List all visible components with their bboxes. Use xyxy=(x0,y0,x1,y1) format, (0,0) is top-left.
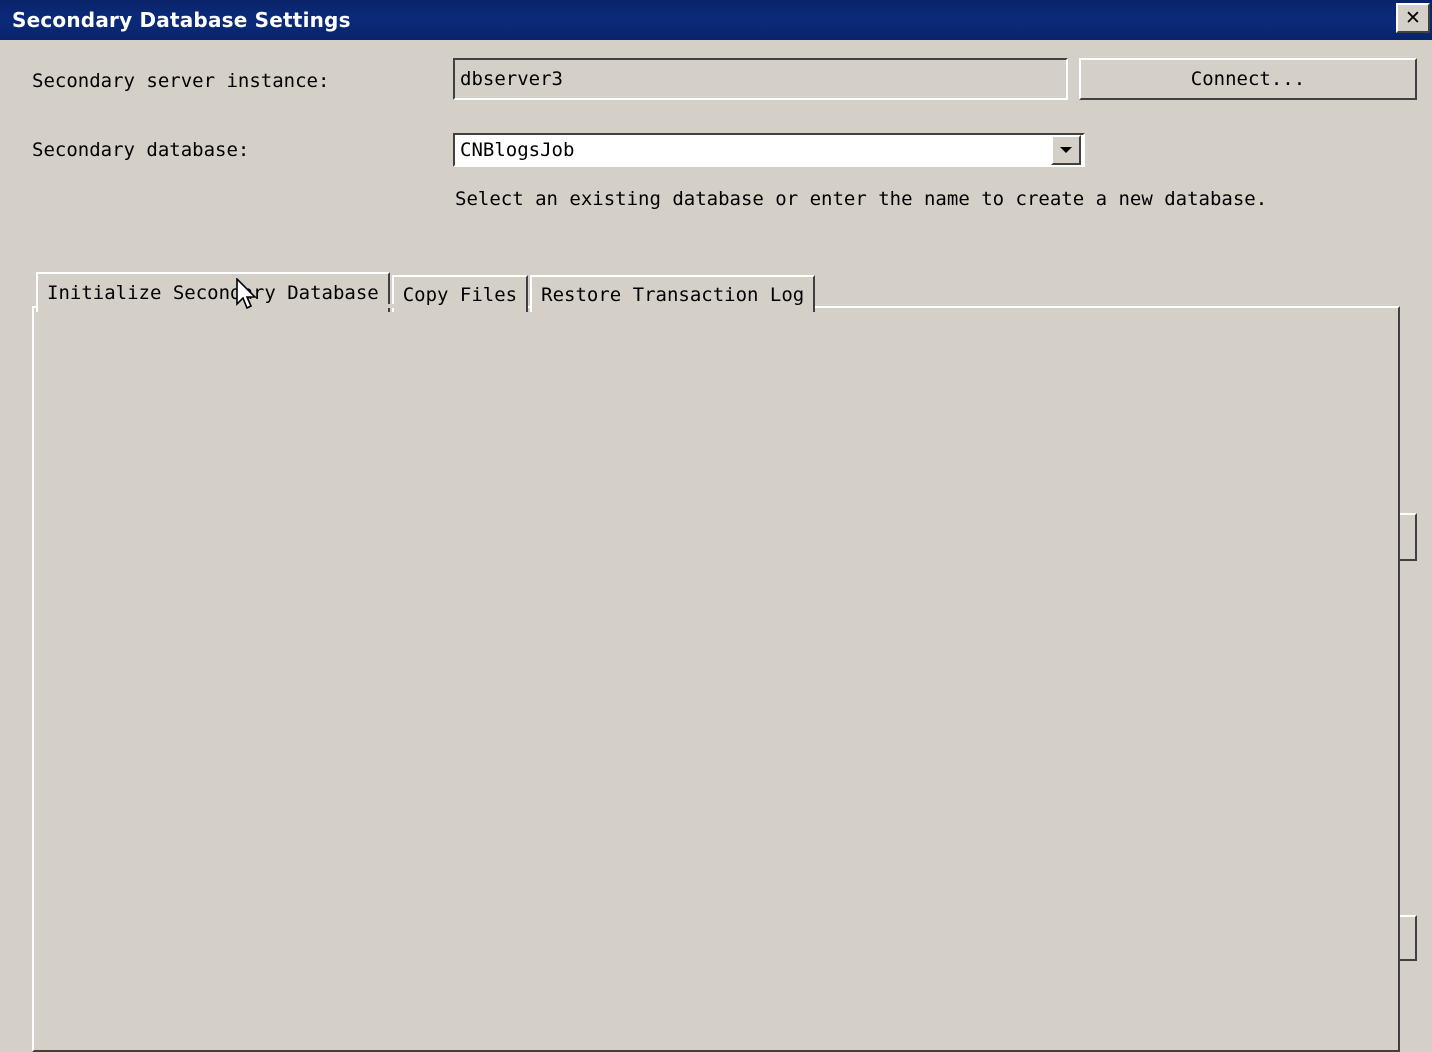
secondary-server-instance-field[interactable]: dbserver3 xyxy=(453,58,1068,100)
tab-copy-files[interactable]: Copy Files xyxy=(392,275,528,312)
window-title: Secondary Database Settings xyxy=(12,8,351,32)
secondary-database-value: CNBlogsJob xyxy=(455,139,1051,161)
chevron-down-icon[interactable] xyxy=(1051,135,1081,165)
tab-restore-transaction-log[interactable]: Restore Transaction Log xyxy=(530,275,815,312)
tab-panel xyxy=(32,306,1400,1052)
secondary-database-label: Secondary database: xyxy=(32,139,249,161)
secondary-server-instance-label: Secondary server instance: xyxy=(32,70,329,92)
window-titlebar: Secondary Database Settings ✕ xyxy=(0,0,1432,40)
connect-button[interactable]: Connect... xyxy=(1079,58,1417,100)
close-icon[interactable]: ✕ xyxy=(1396,3,1430,33)
secondary-database-settings-dialog: Secondary Database Settings ✕ Secondary … xyxy=(0,0,1432,1052)
secondary-database-combobox[interactable]: CNBlogsJob xyxy=(453,133,1085,167)
secondary-database-hint: Select an existing database or enter the… xyxy=(455,188,1267,210)
